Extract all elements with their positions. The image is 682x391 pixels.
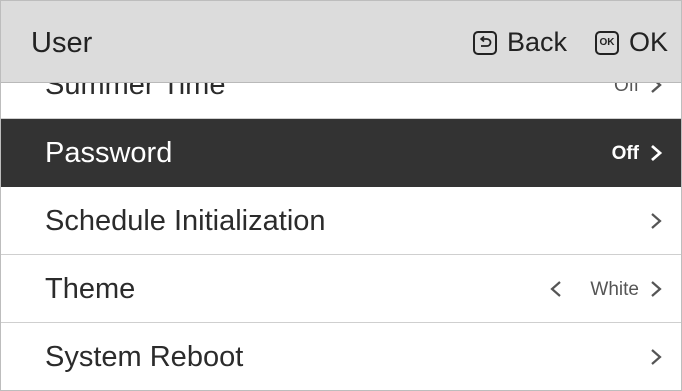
page-title: User xyxy=(31,27,93,59)
chevron-right-icon xyxy=(647,212,665,230)
back-button[interactable]: Back xyxy=(473,27,567,58)
schedule-initialization-label: Schedule Initialization xyxy=(45,205,326,237)
list-item-system-reboot[interactable]: System Reboot xyxy=(1,323,681,390)
chevron-right-icon xyxy=(647,144,665,162)
chevron-right-icon[interactable] xyxy=(647,280,665,298)
list-item-theme[interactable]: Theme White xyxy=(1,255,681,323)
theme-label: Theme xyxy=(45,273,136,305)
system-reboot-label: System Reboot xyxy=(45,341,244,373)
ok-icon-text: OK xyxy=(599,36,615,48)
list-item-password[interactable]: Password Off xyxy=(1,119,681,187)
chevron-left-icon[interactable] xyxy=(547,280,565,298)
settings-screen: Summer Time Off Password Off Schedule In… xyxy=(0,0,682,391)
theme-value: White xyxy=(590,279,639,300)
chevron-right-icon xyxy=(647,348,665,366)
ok-label: OK xyxy=(629,27,669,57)
back-arrow-icon xyxy=(473,30,497,55)
ok-icon: OK xyxy=(595,30,619,55)
list-item-schedule-initialization[interactable]: Schedule Initialization xyxy=(1,187,681,255)
back-label: Back xyxy=(507,27,568,57)
password-label: Password xyxy=(45,137,173,169)
ok-button[interactable]: OK OK xyxy=(595,27,668,58)
title-bar: User Back OK OK xyxy=(1,1,681,83)
password-value: Off xyxy=(611,143,639,164)
